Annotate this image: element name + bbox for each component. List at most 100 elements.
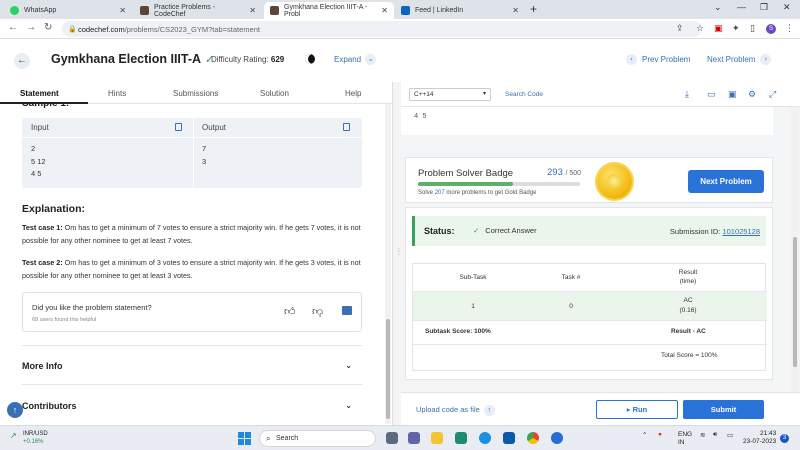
browser-tab-linkedin[interactable]: Feed | LinkedIn ✕ (395, 2, 525, 19)
chevron-down-icon: ⌄ (345, 361, 352, 370)
sidebar-icon[interactable]: ▯ (750, 23, 755, 34)
app-icon[interactable] (503, 432, 515, 444)
statement-scrollbar[interactable] (385, 104, 391, 424)
tab-solution[interactable]: Solution (260, 89, 289, 98)
page-title: Gymkhana Election IIIT-A ✓ (51, 52, 215, 66)
codechef-icon (270, 6, 279, 15)
taskbar-search[interactable]: ⌕ Search (259, 430, 376, 447)
close-icon[interactable]: ✕ (119, 6, 126, 15)
store-icon[interactable] (455, 432, 467, 444)
editor-scrollbar[interactable] (791, 107, 799, 412)
speaker-icon[interactable]: 🔊︎ (713, 431, 717, 439)
tab-help[interactable]: Help (345, 89, 361, 98)
close-icon[interactable]: ✕ (381, 6, 388, 15)
search-icon: ⌕ (266, 434, 271, 443)
window-close-icon[interactable]: ✕ (783, 2, 791, 13)
file-explorer-icon[interactable] (431, 432, 443, 444)
action-bar: Upload code as file ↑ ▸ Run Submit (401, 392, 800, 425)
browser-tab-gymkhana[interactable]: Gymkhana Election IIIT-A - Probl ✕ (264, 2, 394, 19)
star-icon[interactable]: ☆ (696, 23, 704, 34)
feedback-box: Did you like the problem statement? 68 u… (22, 292, 362, 332)
chevron-up-icon[interactable]: ⌃ (642, 431, 647, 439)
caret-down-icon: ▾ (482, 91, 486, 97)
status-banner: Status: ✓ Correct Answer Submission ID: 1… (412, 216, 766, 246)
chevron-right-icon: › (760, 54, 772, 65)
search-code-link[interactable]: Search Code (505, 91, 543, 98)
chevron-down-icon: ⌄ (345, 401, 352, 410)
comment-icon[interactable] (342, 306, 352, 315)
restore-icon[interactable]: ❐ (760, 2, 768, 13)
battery-icon[interactable]: ▭ (727, 431, 733, 439)
browser-tab-practice[interactable]: Practice Problems - CodeChef ✕ (134, 2, 262, 19)
wifi-icon[interactable]: ≋ (700, 431, 705, 439)
accordion-more-info[interactable]: More Info ⌄ (22, 361, 352, 371)
save-icon[interactable]: ▣ (728, 89, 737, 100)
scroll-up-button[interactable]: ↑ (7, 402, 23, 418)
thumbs-down-icon[interactable]: 👎︎ (312, 305, 323, 318)
copy-output-icon[interactable] (343, 123, 350, 131)
extension-icon[interactable]: ▣ (714, 23, 723, 34)
subtask-summary: Subtask Score: 100% Result - AC (413, 320, 767, 342)
submission-id-link[interactable]: 101025128 (722, 227, 760, 236)
upload-icon: ↑ (483, 405, 495, 416)
back-button[interactable]: ← (14, 53, 30, 69)
problem-header: ← Gymkhana Election IIIT-A ✓ Difficulty R… (0, 39, 800, 82)
clock[interactable]: 21:43 23-07-2023 (743, 430, 776, 446)
thumbs-up-icon[interactable]: 👍︎ (284, 305, 296, 318)
teams-icon[interactable] (408, 432, 420, 444)
dark-mode-toggle-icon[interactable] (305, 54, 315, 64)
feedback-question: Did you like the problem statement? (32, 303, 152, 312)
maximize-icon[interactable]: ⤢ (769, 89, 776, 100)
chrome-profile-icon[interactable] (551, 432, 563, 444)
profile-avatar[interactable]: S (766, 24, 776, 34)
task-view-icon[interactable] (386, 432, 398, 444)
close-icon[interactable]: ✕ (249, 6, 256, 15)
windows-start-icon[interactable] (238, 432, 251, 445)
language-indicator[interactable]: ENG IN (678, 431, 692, 447)
run-button[interactable]: ▸ Run (596, 400, 678, 419)
edge-icon[interactable] (479, 432, 491, 444)
notification-badge[interactable]: 3 (780, 434, 789, 443)
accordion-contributors[interactable]: Contributors ⌄ (22, 401, 352, 411)
reload-icon[interactable]: ↻ (44, 22, 52, 33)
stock-widget[interactable]: ↗ INR/USD +0.16% (10, 430, 48, 446)
puzzle-icon[interactable]: ✦ (732, 23, 740, 34)
close-icon[interactable]: ✕ (512, 6, 519, 15)
download-icon[interactable]: ⤓ (685, 89, 689, 100)
antivirus-icon[interactable]: ● (658, 431, 662, 438)
url-field[interactable]: 🔒 codechef.com/problems/CS2023_GYM?tab=s… (62, 21, 702, 37)
badge-count: 293 / 500 (547, 167, 582, 178)
fullscreen-icon[interactable]: ▭ (707, 89, 716, 100)
chevron-down-icon[interactable]: ⌄ (714, 2, 722, 13)
codechef-icon (140, 6, 149, 15)
next-problem-button[interactable]: Next Problem › (707, 54, 772, 65)
forward-icon[interactable]: → (26, 22, 36, 33)
browser-tab-whatsapp[interactable]: WhatsApp ✕ (4, 2, 132, 19)
tab-submissions[interactable]: Submissions (173, 89, 218, 98)
menu-icon[interactable]: ⋮ (785, 23, 794, 34)
tab-statement[interactable]: Statement (20, 89, 59, 98)
new-tab-button[interactable]: + (530, 2, 537, 16)
status-label: Status: (424, 226, 455, 236)
expand-button[interactable]: Expand ⌄ (334, 54, 377, 65)
input-label: Input (31, 123, 49, 132)
tab-hints[interactable]: Hints (108, 89, 126, 98)
submission-id: Submission ID: 101025128 (669, 227, 760, 236)
total-score: Total Score = 100% (413, 344, 767, 366)
language-select[interactable]: C++14 ▾ (409, 88, 491, 101)
copy-input-icon[interactable] (175, 123, 182, 131)
minimize-icon[interactable]: — (737, 2, 746, 12)
share-icon[interactable]: ⇪ (676, 23, 684, 34)
prev-problem-button[interactable]: ‹ Prev Problem (626, 54, 690, 65)
browser-tab-bar: WhatsApp ✕ Practice Problems - CodeChef … (0, 0, 800, 19)
submit-button[interactable]: Submit (683, 400, 764, 419)
result-card: Status: ✓ Correct Answer Submission ID: 1… (405, 207, 773, 380)
back-icon[interactable]: ← (8, 22, 18, 33)
next-problem-cta-button[interactable]: Next Problem (688, 170, 764, 193)
gear-icon[interactable]: ⚙ (748, 89, 756, 100)
explanation-case-2: Test case 2: Om has to get a minimum of … (22, 258, 361, 280)
table-row: 1 0 AC (0.16) (413, 292, 767, 320)
chrome-icon[interactable] (527, 432, 539, 444)
code-editor[interactable]: 4 5 (401, 107, 773, 135)
upload-code-link[interactable]: Upload code as file ↑ (416, 405, 495, 416)
